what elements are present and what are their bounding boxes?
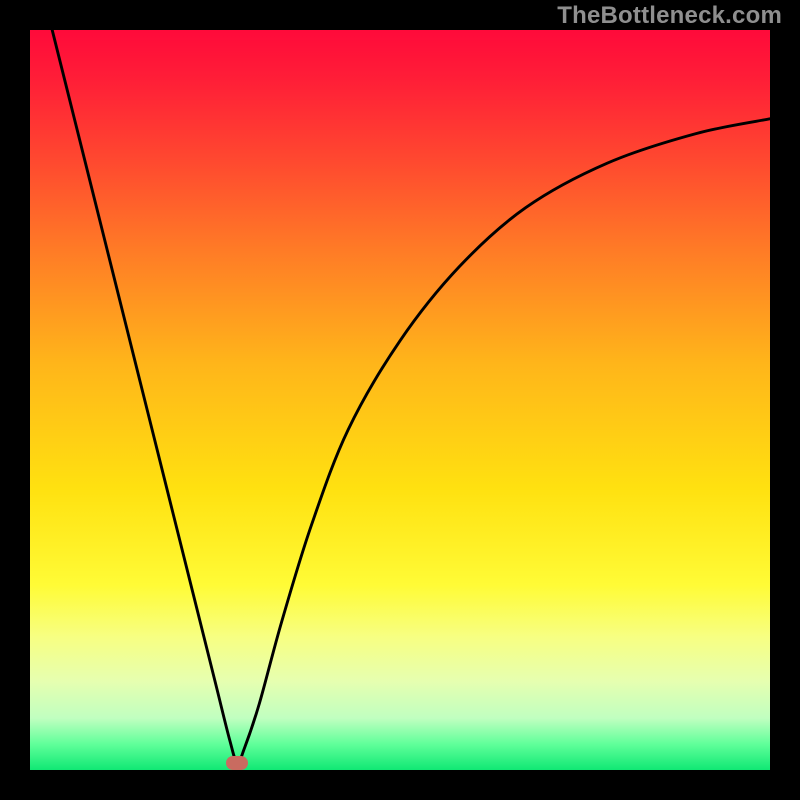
watermark-text: TheBottleneck.com	[557, 2, 782, 30]
optimal-marker	[226, 756, 248, 770]
bottleneck-chart	[30, 30, 770, 770]
chart-frame: TheBottleneck.com	[0, 0, 800, 800]
gradient-background	[30, 30, 770, 770]
